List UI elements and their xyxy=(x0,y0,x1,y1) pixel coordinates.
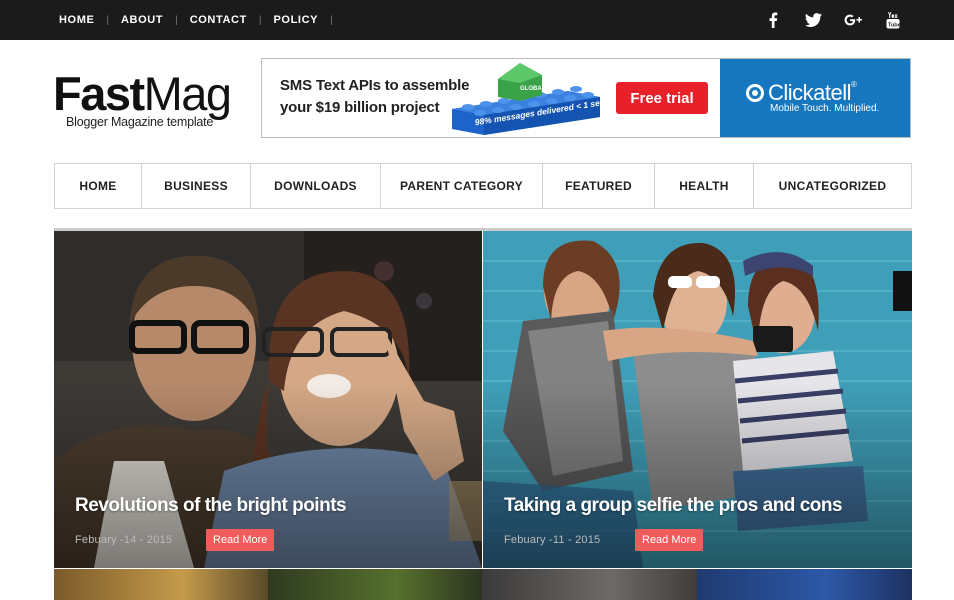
facebook-icon[interactable] xyxy=(764,11,782,29)
ad-brand-mark: ® xyxy=(851,80,857,89)
top-nav-separator: | xyxy=(106,14,110,26)
post-thumbnail[interactable] xyxy=(482,569,697,600)
top-bar: HOME | ABOUT | CONTACT | POLICY | Tube xyxy=(0,0,954,40)
top-nav-contact[interactable]: CONTACT xyxy=(190,14,247,26)
logo-tagline: Blogger Magazine template xyxy=(66,115,214,129)
main-nav-business[interactable]: BUSINESS xyxy=(142,164,251,208)
post-title[interactable]: Taking a group selfie the pros and cons xyxy=(504,495,843,517)
youtube-icon[interactable]: Tube xyxy=(884,11,902,29)
twitter-icon[interactable] xyxy=(804,11,822,29)
ad-bricks-label: GLOBAL xyxy=(520,86,546,92)
clickatell-logo-icon xyxy=(746,84,764,102)
photo-overlay xyxy=(483,231,912,568)
google-plus-icon[interactable] xyxy=(844,11,862,29)
post-date: Febuary -14 - 2015 xyxy=(75,534,173,546)
ad-headline: SMS Text APIs to assemble your $19 billi… xyxy=(280,75,469,119)
ad-headline-line-1: SMS Text APIs to assemble xyxy=(280,77,470,94)
svg-text:Tube: Tube xyxy=(888,22,900,28)
ad-brand-panel[interactable]: Clickatell® Mobile Touch. Multiplied. xyxy=(720,59,910,137)
post-thumbnail[interactable] xyxy=(697,569,912,600)
top-nav-separator: | xyxy=(258,14,262,26)
site-logo[interactable]: FastMag Blogger Magazine template xyxy=(53,70,243,130)
top-nav-about[interactable]: ABOUT xyxy=(121,14,163,26)
featured-post-card[interactable]: Taking a group selfie the pros and cons … xyxy=(483,231,912,568)
main-nav-downloads[interactable]: DOWNLOADS xyxy=(251,164,381,208)
top-nav-separator: | xyxy=(330,14,333,26)
logo-name: FastMag xyxy=(53,70,243,117)
ad-brand-name-text: Clickatell xyxy=(768,80,852,105)
post-thumbnails-row xyxy=(54,569,912,600)
top-nav-separator: | xyxy=(175,14,178,26)
ad-brand-tagline: Mobile Touch. Multiplied. xyxy=(770,103,880,114)
featured-post-card[interactable]: Revolutions of the bright points Febuary… xyxy=(54,231,482,568)
read-more-button[interactable]: Read More xyxy=(206,529,275,551)
main-nav-health[interactable]: HEALTH xyxy=(655,164,754,208)
top-nav-home[interactable]: HOME xyxy=(59,14,94,26)
ad-banner[interactable]: SMS Text APIs to assemble your $19 billi… xyxy=(261,58,911,138)
top-nav: HOME | ABOUT | CONTACT | POLICY | xyxy=(59,0,345,40)
logo-name-bold: Fast xyxy=(53,67,145,120)
ad-free-trial-button[interactable]: Free trial xyxy=(616,82,708,114)
post-thumbnail[interactable] xyxy=(268,569,482,600)
read-more-button[interactable]: Read More xyxy=(635,529,704,551)
featured-slider: Revolutions of the bright points Febuary… xyxy=(54,228,912,568)
post-thumbnail[interactable] xyxy=(54,569,268,600)
post-title[interactable]: Revolutions of the bright points xyxy=(75,495,347,517)
social-links: Tube xyxy=(764,0,902,40)
main-nav-uncategorized[interactable]: UNCATEGORIZED xyxy=(754,164,911,208)
ad-headline-line-2: your $19 billion project xyxy=(280,99,440,116)
logo-name-light: Mag xyxy=(143,67,232,120)
post-date: Febuary -11 - 2015 xyxy=(504,534,601,546)
top-nav-policy[interactable]: POLICY xyxy=(274,14,319,26)
main-nav-parent-category[interactable]: PARENT CATEGORY xyxy=(381,164,543,208)
main-nav-home[interactable]: HOME xyxy=(55,164,142,208)
main-nav: HOME BUSINESS DOWNLOADS PARENT CATEGORY … xyxy=(54,163,912,209)
photo-overlay xyxy=(54,231,482,568)
main-nav-featured[interactable]: FEATURED xyxy=(543,164,655,208)
